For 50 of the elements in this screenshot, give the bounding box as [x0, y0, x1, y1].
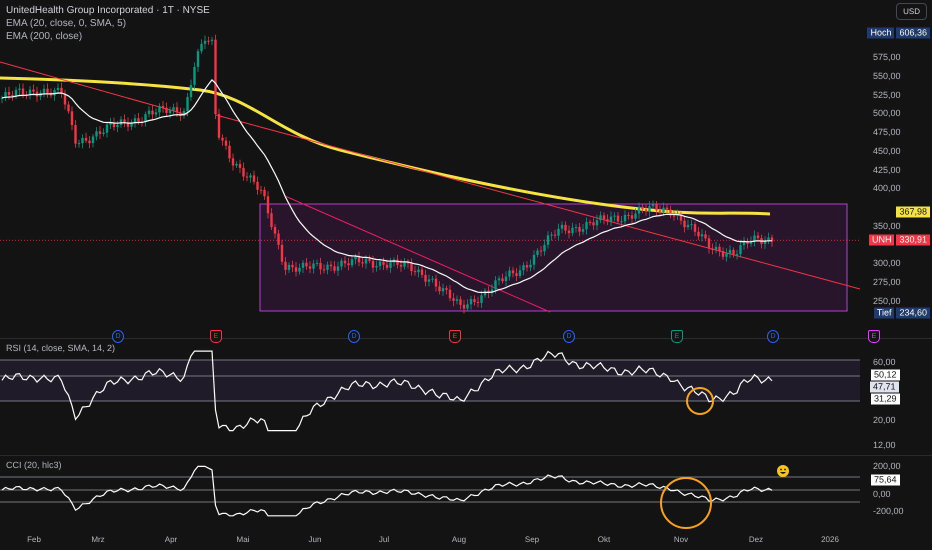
- price-tag-label: UNH: [868, 234, 894, 246]
- indicator-label: EMA (200, close): [6, 31, 84, 42]
- price-axis-label: 575,00: [873, 52, 901, 62]
- price-label: 330,91: [896, 234, 930, 246]
- rsi-axis-label: 20,00: [873, 415, 896, 425]
- indicator-label: CCI (20, hlc3): [6, 460, 62, 470]
- time-axis-label: Sep: [524, 535, 540, 544]
- time-axis-label: Okt: [598, 535, 610, 544]
- rsi-axis-label: 12,00: [873, 440, 896, 450]
- price-axis-label: 250,00: [873, 296, 901, 306]
- price-axis-label: 425,00: [873, 164, 901, 175]
- time-axis-label: Jun: [308, 535, 322, 544]
- time-axis-label: 2026: [821, 535, 839, 544]
- cci-axis-label: -200,00: [873, 506, 904, 516]
- time-axis-label: Aug: [452, 535, 466, 544]
- time-axis-label: Nov: [674, 535, 688, 544]
- cci-axis-label: 0,00: [873, 489, 891, 499]
- time-axis-label: Dez: [748, 535, 764, 544]
- highlight-circle: [686, 387, 714, 415]
- price-axis-label: 500,00: [873, 108, 901, 118]
- rsi-value-label: 31,29: [870, 392, 901, 406]
- time-axis-label: Apr: [164, 535, 178, 544]
- time-axis-label: Feb: [27, 535, 41, 544]
- rsi-axis-label: 60,00: [873, 357, 896, 367]
- price-axis-label: 525,00: [873, 90, 901, 100]
- price-tag-label: Tief: [874, 307, 894, 318]
- price-axis-label: 275,00: [873, 277, 901, 288]
- price-axis-label: 450,00: [873, 146, 901, 156]
- price-axis-label: 550,00: [873, 70, 901, 81]
- currency-button[interactable]: USD: [896, 3, 927, 20]
- price-label: 234,60: [896, 307, 930, 318]
- price-tag-label: Hoch: [867, 28, 894, 39]
- price-axis-label: 300,00: [873, 258, 901, 268]
- price-axis-label: 400,00: [873, 183, 901, 194]
- rsi-value-label: 47,71: [870, 382, 899, 392]
- time-axis-label: Mrz: [91, 535, 105, 544]
- price-label: 367,98: [896, 206, 930, 218]
- price-axis-label: 475,00: [873, 127, 901, 138]
- price-axis-label: 350,00: [873, 220, 901, 231]
- indicator-label: EMA (20, close, 0, SMA, 5): [6, 18, 128, 29]
- time-axis-label: Jul: [378, 535, 390, 544]
- price-label: 606,36: [896, 28, 930, 39]
- time-axis-label: Mai: [236, 535, 250, 544]
- cci-value-label: 75,64: [870, 474, 901, 486]
- smiley-icon: [777, 465, 789, 477]
- highlight-circle: [660, 477, 712, 529]
- cci-axis-label: 200,00: [873, 461, 901, 471]
- indicator-label: RSI (14, close, SMA, 14, 2): [6, 343, 116, 353]
- rsi-value-label: 50,12: [870, 368, 901, 382]
- symbol-title: UnitedHealth Group Incorporated · 1T · NYSE: [6, 5, 210, 16]
